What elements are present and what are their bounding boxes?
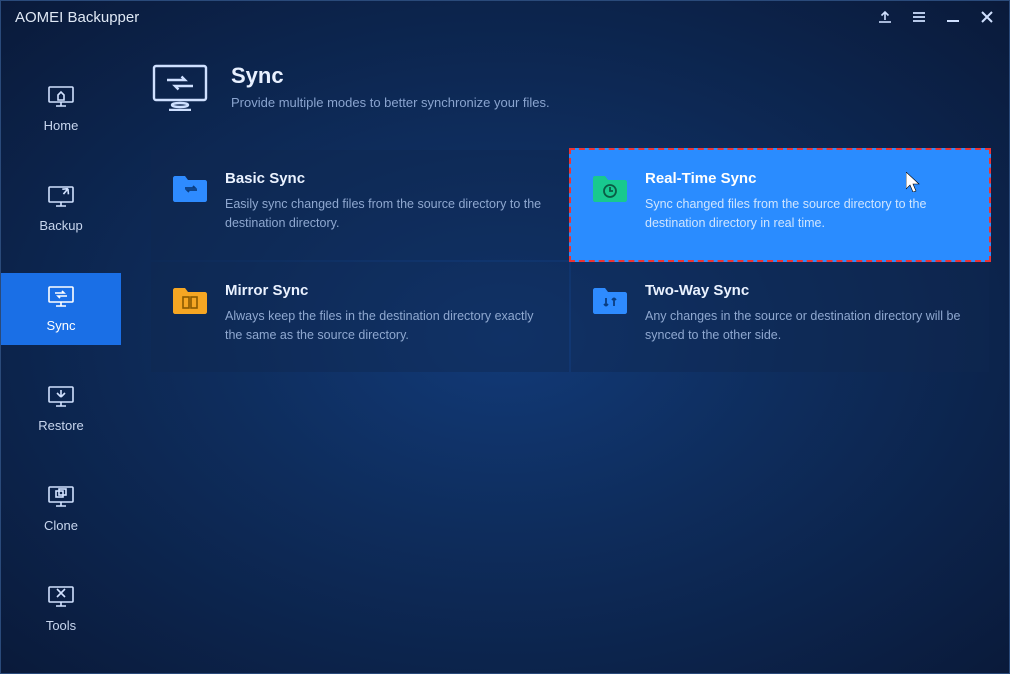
- sidebar: Home Backup Sync Restore: [1, 33, 121, 673]
- app-title: AOMEI Backupper: [15, 9, 877, 26]
- card-title: Real‑Time Sync: [645, 170, 967, 187]
- main-content: Sync Provide multiple modes to better sy…: [121, 33, 1009, 673]
- card-title: Basic Sync: [225, 170, 547, 187]
- card-basic-sync[interactable]: Basic Sync Easily sync changed files fro…: [151, 150, 569, 260]
- monitor-restore-icon: [48, 385, 74, 410]
- folder-twoway-icon: [593, 286, 627, 314]
- close-button[interactable]: [979, 9, 995, 25]
- sidebar-item-sync[interactable]: Sync: [1, 273, 121, 345]
- folder-mirror-icon: [173, 286, 207, 314]
- card-body: Two‑Way Sync Any changes in the source o…: [645, 282, 967, 346]
- sidebar-item-label: Restore: [38, 418, 84, 433]
- app-window: AOMEI Backupper Home Backup: [0, 0, 1010, 674]
- card-mirror-sync[interactable]: Mirror Sync Always keep the files in the…: [151, 262, 569, 372]
- sidebar-item-home[interactable]: Home: [1, 73, 121, 145]
- sidebar-item-clone[interactable]: Clone: [1, 473, 121, 545]
- titlebar: AOMEI Backupper: [1, 1, 1009, 33]
- monitor-clone-icon: [48, 485, 74, 510]
- monitor-tools-icon: [48, 585, 74, 610]
- monitor-backup-icon: [48, 185, 74, 210]
- sidebar-item-backup[interactable]: Backup: [1, 173, 121, 245]
- sidebar-item-label: Home: [44, 118, 79, 133]
- window-controls: [877, 9, 995, 25]
- monitor-home-icon: [48, 85, 74, 110]
- app-body: Home Backup Sync Restore: [1, 33, 1009, 673]
- sidebar-item-label: Sync: [47, 318, 76, 333]
- sidebar-item-restore[interactable]: Restore: [1, 373, 121, 445]
- monitor-sync-icon: [48, 285, 74, 310]
- page-header: Sync Provide multiple modes to better sy…: [151, 63, 989, 116]
- card-title: Mirror Sync: [225, 282, 547, 299]
- folder-clock-icon: [593, 174, 627, 202]
- card-desc: Always keep the files in the destination…: [225, 307, 547, 346]
- card-body: Basic Sync Easily sync changed files fro…: [225, 170, 547, 234]
- card-title: Two‑Way Sync: [645, 282, 967, 299]
- card-body: Real‑Time Sync Sync changed files from t…: [645, 170, 967, 234]
- page-title: Sync: [231, 63, 550, 89]
- sync-monitor-icon: [151, 63, 209, 116]
- card-desc: Sync changed files from the source direc…: [645, 195, 967, 234]
- sync-mode-grid: Basic Sync Easily sync changed files fro…: [151, 150, 989, 372]
- card-desc: Any changes in the source or destination…: [645, 307, 967, 346]
- sidebar-item-tools[interactable]: Tools: [1, 573, 121, 645]
- sidebar-item-label: Clone: [44, 518, 78, 533]
- sidebar-item-label: Tools: [46, 618, 76, 633]
- card-twoway-sync[interactable]: Two‑Way Sync Any changes in the source o…: [571, 262, 989, 372]
- minimize-button[interactable]: [945, 9, 961, 25]
- card-desc: Easily sync changed files from the sourc…: [225, 195, 547, 234]
- menu-icon[interactable]: [911, 9, 927, 25]
- card-realtime-sync[interactable]: Real‑Time Sync Sync changed files from t…: [569, 148, 991, 262]
- sidebar-item-label: Backup: [39, 218, 82, 233]
- page-subtitle: Provide multiple modes to better synchro…: [231, 95, 550, 110]
- upgrade-icon[interactable]: [877, 9, 893, 25]
- card-body: Mirror Sync Always keep the files in the…: [225, 282, 547, 346]
- folder-sync-icon: [173, 174, 207, 202]
